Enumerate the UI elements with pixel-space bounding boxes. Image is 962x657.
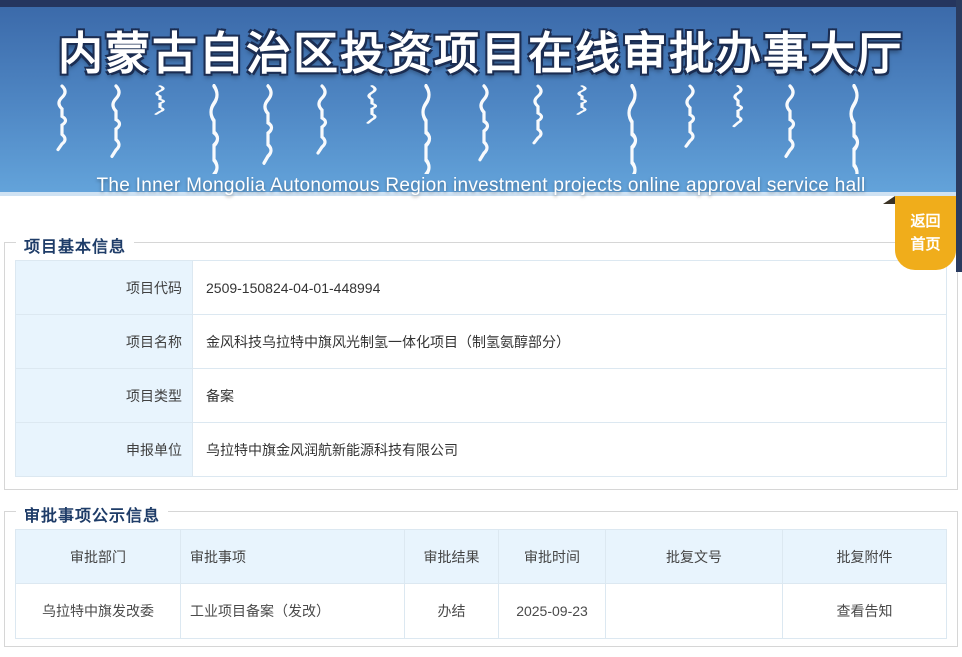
col-header-reply-doc-no: 批复文号 (606, 530, 783, 584)
site-banner: 内蒙古自治区投资项目在线审批办事大厅 The Inner Mongolia Au… (0, 0, 962, 196)
return-home-button[interactable]: 返回 首页 (895, 196, 956, 270)
scrollbar-thumb[interactable] (956, 0, 962, 272)
table-row: 乌拉特中旗发改委 工业项目备案（发改） 办结 2025-09-23 查看告知 (16, 584, 947, 639)
approval-info-title: 审批事项公示信息 (16, 502, 168, 526)
table-row: 项目代码 2509-150824-04-01-448994 (16, 261, 947, 315)
mongolian-script (51, 84, 911, 174)
col-header-approval-result: 审批结果 (405, 530, 499, 584)
table-row: 申报单位 乌拉特中旗金风润航新能源科技有限公司 (16, 423, 947, 477)
approval-info-panel: 审批事项公示信息 审批部门 审批事项 审批结果 审批时间 批复文号 批复附件 乌… (4, 511, 958, 647)
col-header-approval-item: 审批事项 (181, 530, 405, 584)
field-value-project-name: 金风科技乌拉特中旗风光制氢一体化项目（制氢氨醇部分） (193, 315, 947, 369)
cell-approval-dept: 乌拉特中旗发改委 (16, 584, 181, 639)
cell-approval-item: 工业项目备案（发改） (181, 584, 405, 639)
site-title-english: The Inner Mongolia Autonomous Region inv… (0, 175, 962, 197)
cell-approval-time: 2025-09-23 (499, 584, 606, 639)
field-value-project-type: 备案 (193, 369, 947, 423)
field-label-project-name: 项目名称 (16, 315, 193, 369)
view-notice-link[interactable]: 查看告知 (783, 584, 947, 639)
basic-info-panel: 项目基本信息 项目代码 2509-150824-04-01-448994 项目名… (4, 242, 958, 490)
col-header-approval-time: 审批时间 (499, 530, 606, 584)
cell-approval-result: 办结 (405, 584, 499, 639)
site-title-chinese: 内蒙古自治区投资项目在线审批办事大厅 (0, 17, 962, 82)
table-row: 项目名称 金风科技乌拉特中旗风光制氢一体化项目（制氢氨醇部分） (16, 315, 947, 369)
basic-info-title: 项目基本信息 (16, 233, 134, 257)
return-home-label-line1: 返回 (910, 210, 940, 233)
field-value-declaring-unit: 乌拉特中旗金风润航新能源科技有限公司 (193, 423, 947, 477)
field-label-project-code: 项目代码 (16, 261, 193, 315)
table-header-row: 审批部门 审批事项 审批结果 审批时间 批复文号 批复附件 (16, 530, 947, 584)
field-label-project-type: 项目类型 (16, 369, 193, 423)
table-row: 项目类型 备案 (16, 369, 947, 423)
col-header-reply-attachment: 批复附件 (783, 530, 947, 584)
col-header-approval-dept: 审批部门 (16, 530, 181, 584)
top-navy-bar (0, 0, 962, 7)
field-value-project-code: 2509-150824-04-01-448994 (193, 261, 947, 315)
basic-info-table: 项目代码 2509-150824-04-01-448994 项目名称 金风科技乌… (15, 260, 947, 477)
field-label-declaring-unit: 申报单位 (16, 423, 193, 477)
cell-reply-doc-no (606, 584, 783, 639)
approval-info-table: 审批部门 审批事项 审批结果 审批时间 批复文号 批复附件 乌拉特中旗发改委 工… (15, 529, 947, 639)
return-home-label-line2: 首页 (910, 233, 940, 256)
